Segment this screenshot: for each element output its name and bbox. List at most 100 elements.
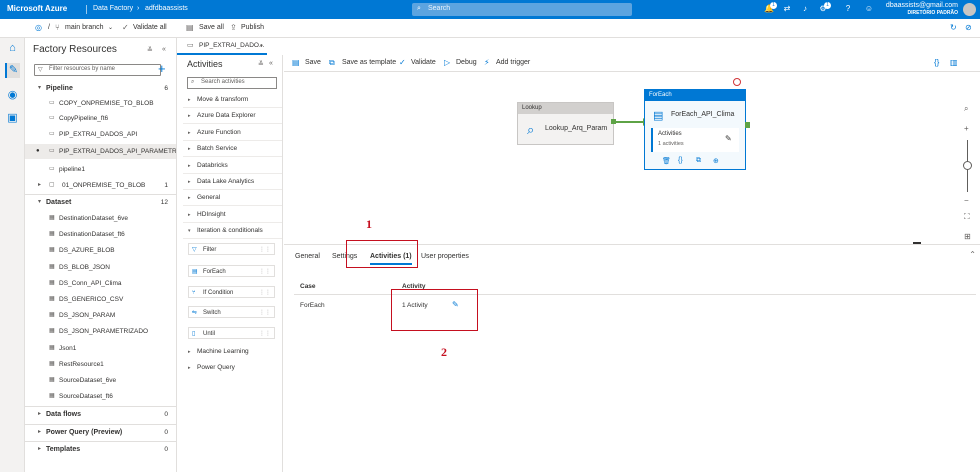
chevron-up-icon[interactable]: ⌃ [969,250,976,259]
dataset-section[interactable]: ▾ Dataset 12 [25,194,176,209]
activity-category[interactable]: ▸ Batch Service [183,141,282,158]
drag-grip-icon[interactable]: ⋮⋮ [259,287,271,299]
tree-item-pipeline-selected[interactable]: ● ▭ PIP_EXTRAI_DADOS_API_PARAMETRI... [25,144,176,159]
author-pencil-icon[interactable]: ✎ [5,63,20,78]
manage-toolbox-icon[interactable]: ▣ [5,111,20,126]
branch-selector[interactable]: main branch [65,24,104,31]
breadcrumb-factory[interactable]: adfdbaassists [145,5,188,12]
save-button[interactable]: Save [305,59,321,66]
save-as-template-button[interactable]: Save as template [342,59,396,66]
chevron-down-icon[interactable]: ⌄ [108,24,113,31]
zoom-in-icon[interactable]: + [964,124,969,133]
feedback-icon[interactable]: ☺ [864,4,874,14]
save-all-button[interactable]: Save all [199,24,224,31]
section-templates[interactable]: ▸ Templates 0 [25,441,176,456]
validate-button[interactable]: Validate [411,59,436,66]
activity-filter[interactable]: ▽ Filter ⋮⋮ [188,243,275,255]
fit-to-screen-icon[interactable]: ⛶ [964,212,970,222]
activity-until[interactable]: ▯ Until ⋮⋮ [188,327,275,339]
add-trigger-button[interactable]: Add trigger [496,59,530,66]
drag-grip-icon[interactable]: ⋮⋮ [259,328,271,340]
add-resource-button[interactable]: + [158,61,166,76]
tree-item-dataset[interactable]: ▦ RestResource1 [25,357,176,372]
tree-item-pipeline[interactable]: ▭ PIP_EXTRAI_DADOS_API [25,127,176,142]
tree-folder[interactable]: ▸ ▢ 01_ONPREMISE_TO_BLOB 1 [25,178,176,193]
pencil-icon[interactable]: ✎ [725,134,732,143]
collapse-pane-icon[interactable]: « [162,46,166,53]
pipeline-section[interactable]: ▾ Pipeline 6 [25,81,176,96]
copy-icon[interactable]: ⧉ [696,157,701,165]
tree-item-dataset[interactable]: ▦ DS_BLOB_JSON [25,260,176,275]
monitor-icon[interactable]: ◉ [5,88,20,103]
code-icon[interactable]: {} [934,58,939,67]
output-handle[interactable] [745,122,750,128]
discard-icon[interactable]: ⊘ [965,23,972,32]
auto-align-icon[interactable]: ⊞ [964,232,971,241]
brand-title[interactable]: Microsoft Azure [7,4,67,13]
tree-item-dataset[interactable]: ▦ DS_GENERICO_CSV [25,292,176,307]
debug-button[interactable]: Debug [456,59,477,66]
tree-item-dataset[interactable]: ▦ DestinationDataset_ft6 [25,227,176,242]
validate-all-button[interactable]: Validate all [133,24,167,31]
drag-grip-icon[interactable]: ⋮⋮ [259,266,271,278]
directory-icon[interactable]: ⇄ [782,4,792,14]
section-data-flows[interactable]: ▸ Data flows 0 [25,406,176,421]
tree-item-pipeline[interactable]: ▭ CopyPipeline_ft6 [25,111,176,126]
delete-icon[interactable]: 🗑 [662,157,671,165]
activity-category[interactable]: ▸ Azure Function [183,125,282,141]
filter-resources-input[interactable]: ▽ Filter resources by name [34,64,161,76]
tree-item-dataset[interactable]: ▦ DS_JSON_PARAMETRIZADO [25,324,176,339]
lookup-activity-node[interactable]: Lookup ⌕ Lookup_Arq_Param [517,102,614,145]
tree-item-pipeline[interactable]: ▭ pipeline1 [25,162,176,177]
drag-grip-icon[interactable]: ⋮⋮ [259,307,271,319]
code-icon[interactable]: {} [678,157,683,164]
bell-icon[interactable]: ♪ [800,4,810,14]
help-icon[interactable]: ? [843,4,853,14]
category-iteration-conditionals[interactable]: ▾ Iteration & conditionals [183,223,282,239]
activity-category[interactable]: ▸ Azure Data Explorer [183,108,282,125]
tab-user-properties[interactable]: User properties [421,253,469,260]
refresh-icon[interactable]: ↻ [950,23,957,32]
publish-button[interactable]: Publish [241,24,264,31]
inner-activities-box[interactable]: Activities 1 activities ✎ [651,128,739,152]
activity-switch[interactable]: ⇋ Switch ⋮⋮ [188,306,275,318]
activity-if-condition[interactable]: ⑂ If Condition ⋮⋮ [188,286,275,298]
avatar[interactable] [963,3,976,16]
home-icon[interactable]: ⌂ [5,41,20,56]
zoom-out-icon[interactable]: − [964,196,969,205]
collapse-all-icon[interactable]: ≚ [258,60,264,68]
tree-item-dataset[interactable]: ▦ SourceDataset_ft6 [25,389,176,404]
activity-category[interactable]: ▸ Data Lake Analytics [183,174,282,190]
breadcrumb-service[interactable]: Data Factory [93,5,133,12]
activity-category[interactable]: ▸ HDInsight [183,207,282,223]
category-machine-learning[interactable]: ▸ Machine Learning [183,344,282,360]
github-icon[interactable]: ◎ [35,23,42,32]
activity-foreach[interactable]: ▤ ForEach ⋮⋮ [188,265,275,277]
tree-item-dataset[interactable]: ▦ DS_AZURE_BLOB [25,243,176,258]
success-connector[interactable] [611,118,648,126]
tree-item-dataset[interactable]: ▦ Json1 [25,341,176,356]
tree-item-dataset[interactable]: ▦ DestinationDataset_6ve [25,211,176,226]
zoom-search-icon[interactable]: ⌕ [964,104,968,114]
activity-category[interactable]: ▸ Move & transform [183,92,282,108]
foreach-activity-node[interactable]: ForEach ▤ ForEach_API_Clima Activities 1… [644,89,750,170]
tree-item-dataset[interactable]: ▦ DS_Conn_API_Clima [25,276,176,291]
activity-category[interactable]: ▸ Databricks [183,158,282,174]
drag-grip-icon[interactable]: ⋮⋮ [259,244,271,256]
tab-general[interactable]: General [295,253,320,260]
category-power-query[interactable]: ▸ Power Query [183,360,282,376]
collapse-pane-icon[interactable]: « [269,60,273,67]
tab-pipeline[interactable]: ▭ PIP_EXTRAI_DADO... • [177,38,267,55]
collapse-all-icon[interactable]: ≚ [147,46,153,54]
account-info[interactable]: dbaassists@gmail.com DIRETÓRIO PADRÃO [886,2,958,16]
pipeline-canvas[interactable]: Lookup ⌕ Lookup_Arq_Param ForEach ▤ ForE… [284,72,980,244]
zoom-slider-knob[interactable] [963,161,972,170]
activity-category[interactable]: ▸ General [183,190,282,207]
add-output-icon[interactable]: ⊕ [713,157,719,165]
unsaved-dot-icon[interactable]: • [260,41,263,50]
tree-item-dataset[interactable]: ▦ SourceDataset_6ve [25,373,176,388]
properties-icon[interactable]: ▥ [950,58,958,67]
tree-item-pipeline[interactable]: ▭ COPY_ONPREMISE_TO_BLOB [25,96,176,111]
search-activities-input[interactable]: ⌕ Search activities [187,77,277,89]
global-search-box[interactable]: ⌕ Search [412,3,632,16]
